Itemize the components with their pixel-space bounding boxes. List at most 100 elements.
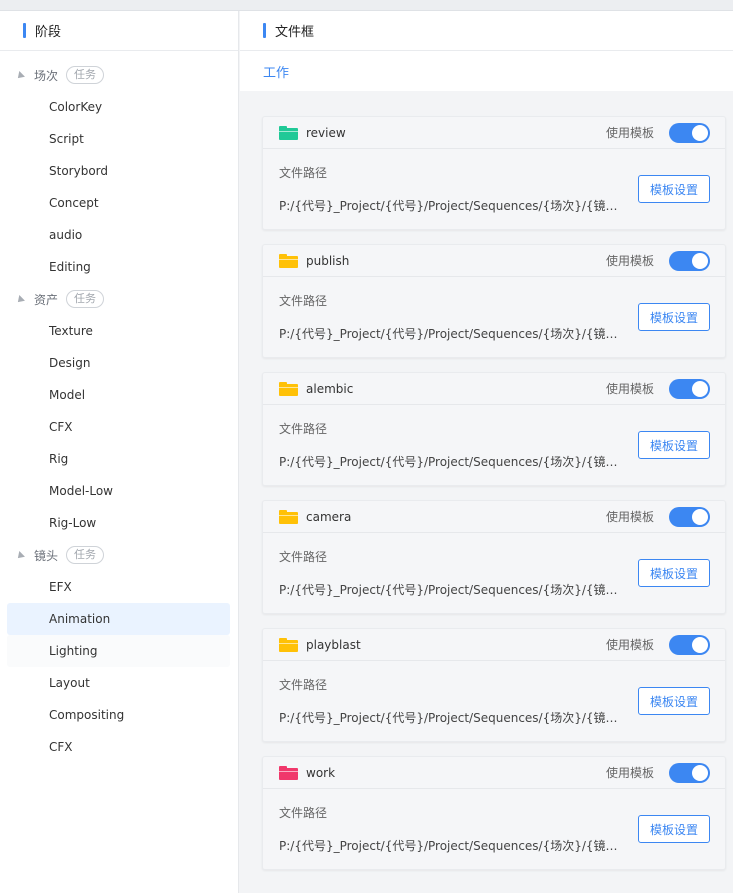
filebox-panel: 文件框 工作 review 使用模板 文件路径 P:/{代号}_Project/{代号… (240, 11, 733, 893)
folder-card: alembic 使用模板 文件路径 P:/{代号}_Project/{代号}/Proj… (262, 372, 726, 486)
tree-item-label: Concept (49, 196, 99, 210)
tree-item[interactable]: Model (7, 379, 230, 411)
tree-item[interactable]: Lighting (7, 635, 230, 667)
use-template-toggle[interactable] (669, 378, 710, 399)
template-settings-button[interactable]: 模板设置 (638, 303, 710, 331)
folder-icon (279, 253, 298, 268)
folder-name: publish (306, 253, 350, 268)
tree-item-label: Rig-Low (49, 516, 97, 530)
caret-down-icon[interactable] (15, 295, 25, 305)
top-strip (0, 0, 733, 11)
tree-item[interactable]: Layout (7, 667, 230, 699)
tree-item-label: audio (49, 228, 83, 242)
tree-item-label: Layout (49, 676, 90, 690)
folder-icon (279, 381, 298, 396)
tree-item[interactable]: ColorKey (7, 91, 230, 123)
tree-item[interactable]: EFX (7, 571, 230, 603)
folder-card-header: work 使用模板 (263, 757, 725, 789)
template-settings-button[interactable]: 模板设置 (638, 687, 710, 715)
use-template-toggle[interactable] (669, 506, 710, 527)
use-template-label: 使用模板 (605, 126, 654, 140)
tree-item-label: CFX (49, 740, 73, 754)
use-template-toggle[interactable] (669, 634, 710, 655)
use-template-label: 使用模板 (605, 638, 654, 652)
toggle-knob (692, 124, 708, 141)
folder-card-header: publish 使用模板 (263, 245, 725, 277)
tree-item[interactable]: CFX (7, 731, 230, 763)
folder-card-body: 文件路径 P:/{代号}_Project/{代号}/Project/Sequenc… (263, 277, 725, 357)
path-value: P:/{代号}_Project/{代号}/Project/Sequences/{… (279, 711, 627, 725)
template-settings-button[interactable]: 模板设置 (638, 815, 710, 843)
use-template-label: 使用模板 (605, 254, 654, 268)
tree-item-label: Script (49, 132, 84, 146)
tree-item-label: Storybord (49, 164, 108, 178)
folder-card-header: alembic 使用模板 (263, 373, 725, 405)
tree-item[interactable]: Concept (7, 187, 230, 219)
template-settings-button[interactable]: 模板设置 (638, 175, 710, 203)
folder-icon (279, 637, 298, 652)
use-template-label: 使用模板 (605, 510, 654, 524)
folder-card-header: playblast 使用模板 (263, 629, 725, 661)
tree-item[interactable]: audio (7, 219, 230, 251)
tree-group[interactable]: 资产 任务 (0, 283, 238, 315)
path-value: P:/{代号}_Project/{代号}/Project/Sequences/{… (279, 455, 627, 469)
use-template-toggle[interactable] (669, 122, 710, 143)
use-template-toggle[interactable] (669, 250, 710, 271)
toggle-knob (692, 764, 708, 781)
template-settings-button[interactable]: 模板设置 (638, 431, 710, 459)
task-tag: 任务 (66, 66, 105, 84)
use-template-label: 使用模板 (605, 382, 654, 396)
caret-down-icon[interactable] (15, 551, 25, 561)
tree-item-label: Editing (49, 260, 91, 274)
tree-item[interactable]: CFX (7, 411, 230, 443)
folder-card-body: 文件路径 P:/{代号}_Project/{代号}/Project/Sequenc… (263, 789, 725, 869)
folder-card-header: review 使用模板 (263, 117, 725, 149)
tree-item-label: Lighting (49, 644, 98, 658)
use-template-toggle[interactable] (669, 762, 710, 783)
folder-card: playblast 使用模板 文件路径 P:/{代号}_Project/{代号}/Pr… (262, 628, 726, 742)
folder-card: work 使用模板 文件路径 P:/{代号}_Project/{代号}/Project… (262, 756, 726, 870)
folder-card: camera 使用模板 文件路径 P:/{代号}_Project/{代号}/Proje… (262, 500, 726, 614)
tree-group[interactable]: 镜头 任务 (0, 539, 238, 571)
stage-panel: 阶段 场次 任务 ColorKey Script Storybord Concept aud… (0, 11, 239, 893)
path-value: P:/{代号}_Project/{代号}/Project/Sequences/{… (279, 199, 627, 213)
filebox-panel-header: 文件框 (240, 11, 733, 51)
folder-card-header: camera 使用模板 (263, 501, 725, 533)
header-accent-bar (263, 23, 266, 38)
caret-down-icon[interactable] (15, 71, 25, 81)
header-accent-bar (23, 23, 26, 38)
tree-group-label: 镜头 (34, 548, 59, 563)
tree-item[interactable]: Script (7, 123, 230, 155)
folder-name: camera (306, 509, 352, 524)
tree-item-label: Compositing (49, 708, 125, 722)
tree-item[interactable]: Rig (7, 443, 230, 475)
stage-tree: 场次 任务 ColorKey Script Storybord Concept audio E… (0, 51, 238, 763)
tree-item[interactable]: Model-Low (7, 475, 230, 507)
path-value: P:/{代号}_Project/{代号}/Project/Sequences/{… (279, 327, 627, 341)
toggle-knob (692, 636, 708, 653)
tree-item[interactable]: Texture (7, 315, 230, 347)
tree-item[interactable]: Animation (7, 603, 230, 635)
filebox-panel-title: 文件框 (275, 25, 315, 40)
tree-item[interactable]: Storybord (7, 155, 230, 187)
folder-card-body: 文件路径 P:/{代号}_Project/{代号}/Project/Sequenc… (263, 661, 725, 741)
tree-item[interactable]: Design (7, 347, 230, 379)
task-tag: 任务 (66, 290, 105, 308)
toggle-knob (692, 508, 708, 525)
tree-item[interactable]: Editing (7, 251, 230, 283)
template-settings-button[interactable]: 模板设置 (638, 559, 710, 587)
folder-card-body: 文件路径 P:/{代号}_Project/{代号}/Project/Sequenc… (263, 149, 725, 229)
folder-card: review 使用模板 文件路径 P:/{代号}_Project/{代号}/Proje… (262, 116, 726, 230)
tree-item[interactable]: Compositing (7, 699, 230, 731)
tab-work[interactable]: 工作 (263, 62, 289, 81)
tree-group[interactable]: 场次 任务 (0, 59, 238, 91)
toggle-knob (692, 380, 708, 397)
task-tag: 任务 (66, 546, 105, 564)
tree-item[interactable]: Rig-Low (7, 507, 230, 539)
tree-group-label: 场次 (34, 68, 59, 83)
folder-card-list: review 使用模板 文件路径 P:/{代号}_Project/{代号}/Proje… (240, 91, 733, 870)
stage-panel-title: 阶段 (35, 25, 62, 40)
folder-name: work (306, 765, 336, 780)
tree-item-label: Animation (49, 612, 111, 626)
tree-item-label: ColorKey (49, 100, 103, 114)
